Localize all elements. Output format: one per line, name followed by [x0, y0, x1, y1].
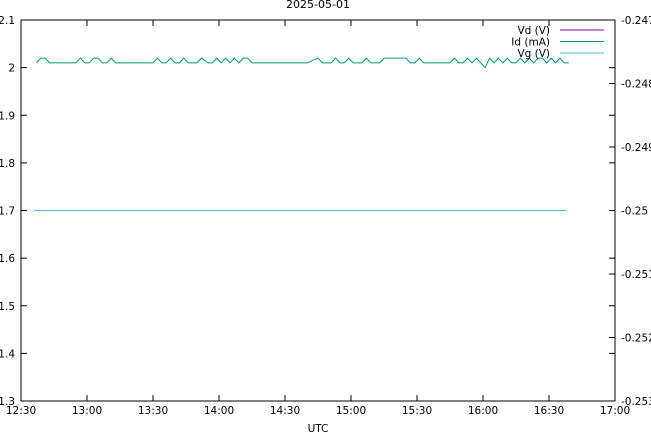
y-tick-label: 1.9 — [0, 110, 15, 122]
x-tick-label: 16:00 — [468, 405, 498, 417]
x-tick-label: 13:30 — [138, 405, 168, 417]
x-tick-label: 15:30 — [402, 405, 432, 417]
x-axis-label: UTC — [308, 423, 329, 432]
x-axis: 12:30 13:00 13:30 14:00 14:30 15:00 15:30 16:00… — [6, 20, 630, 417]
x-tick-label: 14:30 — [270, 405, 300, 417]
legend-label: Id (mA) — [511, 37, 550, 49]
x-tick-label: 17:00 — [600, 405, 630, 417]
x-tick-label: 15:00 — [336, 405, 366, 417]
y-tick-label: 1.4 — [0, 348, 15, 360]
y-tick-label: 1.6 — [0, 253, 15, 265]
y2-tick-label: -0.247 — [621, 15, 651, 27]
y2-tick-label: -0.252 — [621, 333, 651, 345]
line-chart: 2025-05-01 1.31.41.51.61.71.81.922.1 -0.… — [0, 0, 651, 432]
y-tick-label: 2.1 — [0, 15, 15, 27]
series-line-2 — [36, 57, 569, 69]
legend: Vd (V)Id (mA)Vg (V) — [511, 25, 604, 60]
x-tick-label: 16:30 — [534, 405, 564, 417]
y2-tick-label: -0.249 — [621, 142, 651, 154]
y-tick-label: 1.7 — [0, 206, 15, 218]
y-tick-label: 1.5 — [0, 301, 15, 313]
series-layer — [34, 57, 569, 211]
y-tick-label: 2 — [8, 63, 15, 75]
x-tick-label: 13:00 — [72, 405, 102, 417]
legend-label: Vg (V) — [517, 48, 550, 60]
y-tick-label: 1.8 — [0, 158, 15, 170]
x-tick-label: 14:00 — [204, 405, 234, 417]
y2-tick-label: -0.251 — [621, 269, 651, 281]
y-axis-left: 1.31.41.51.61.71.81.922.1 — [0, 15, 615, 408]
x-tick-label: 12:30 — [6, 405, 36, 417]
y2-tick-label: -0.248 — [621, 79, 651, 91]
chart-title: 2025-05-01 — [286, 0, 350, 11]
y2-tick-label: -0.25 — [621, 206, 648, 218]
legend-label: Vd (V) — [517, 25, 550, 37]
